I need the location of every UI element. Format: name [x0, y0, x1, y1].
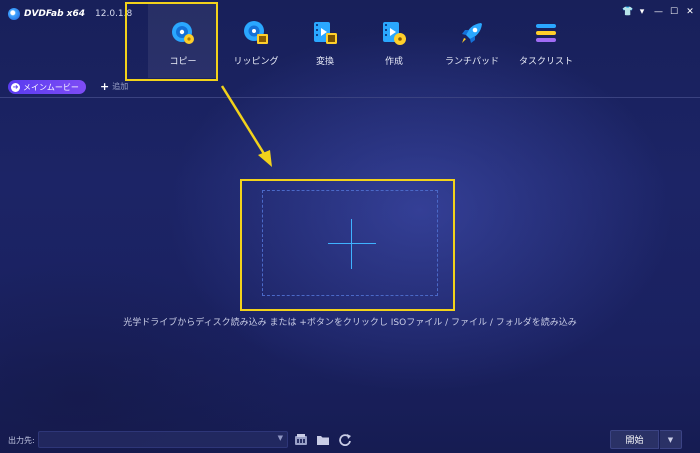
output-path-field[interactable]: ▼ [38, 431, 288, 452]
drop-hint-text: 光学ドライブからディスク読み込み または +ボタンをクリックし ISOファイル … [123, 318, 577, 328]
nav-label-task-list: タスクリスト [518, 57, 573, 67]
rocket-icon [462, 23, 482, 43]
skin-icon[interactable]: 👕 [622, 7, 633, 17]
output-path-input[interactable] [39, 437, 275, 452]
tab-row: ➜ メインムービー + 追加 [0, 78, 700, 98]
brand: DVDFab x64 12.0.1.8 [8, 8, 132, 20]
nav-item-ripping[interactable]: リッピング [218, 4, 294, 78]
maximize-icon[interactable]: ☐ [670, 7, 678, 17]
nav-label-convert: 変換 [315, 57, 334, 67]
nav-item-task-list[interactable]: タスクリスト [512, 4, 580, 78]
divider [0, 97, 700, 98]
title-bar: DVDFab x64 12.0.1.8 👕 ▾ — ☐ ✕ コピー リッピング … [0, 0, 700, 80]
menu-icon[interactable]: ▾ [638, 7, 646, 17]
nav-label-create: 作成 [384, 57, 403, 67]
add-tab-label: 追加 [112, 82, 129, 91]
film-convert-icon [314, 22, 337, 44]
chevron-down-icon[interactable]: ▼ [278, 434, 283, 442]
folder-icon[interactable] [316, 433, 330, 446]
output-label: 出力先: [8, 436, 35, 445]
dvdfab-logo-icon [8, 8, 20, 20]
arrow-right-icon: ➜ [11, 82, 20, 92]
minimize-icon[interactable]: — [654, 7, 663, 17]
refresh-icon[interactable] [338, 433, 352, 446]
plus-icon: + [100, 80, 110, 93]
disc-ripping-icon [244, 21, 268, 44]
highlight-box-copy [125, 2, 218, 81]
start-button[interactable]: 開始 [610, 430, 659, 449]
task-list-icon [536, 24, 556, 42]
tab-main-movie-label: メインムービー [23, 82, 79, 92]
close-icon[interactable]: ✕ [686, 7, 694, 17]
start-options-chevron-icon[interactable]: ▼ [660, 430, 682, 449]
nav-label-launchpad: ランチパッド [444, 57, 499, 67]
window-controls: 👕 ▾ — ☐ ✕ [622, 7, 694, 17]
nav-item-create[interactable]: 作成 [356, 4, 432, 78]
drop-zone[interactable] [262, 190, 438, 296]
iso-image-icon[interactable] [294, 433, 308, 446]
tab-main-movie[interactable]: ➜ メインムービー [8, 80, 86, 94]
nav-item-convert[interactable]: 変換 [294, 4, 356, 78]
nav-item-launchpad[interactable]: ランチパッド [432, 4, 512, 78]
film-disc-create-icon [383, 22, 406, 45]
add-plus-icon [328, 243, 376, 244]
app-window: DVDFab x64 12.0.1.8 👕 ▾ — ☐ ✕ コピー リッピング … [0, 0, 700, 453]
add-tab-button[interactable]: + 追加 [100, 81, 128, 92]
bottom-bar: 出力先: ▼ 開始 ▼ [0, 426, 700, 453]
brand-name: DVDFab x64 [24, 9, 86, 19]
nav-label-ripping: リッピング [233, 57, 279, 67]
